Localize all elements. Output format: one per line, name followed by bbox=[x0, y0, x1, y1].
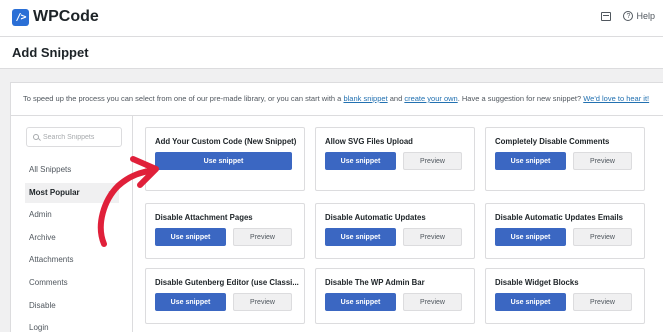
search-box[interactable] bbox=[26, 127, 122, 147]
use-snippet-button[interactable]: Use snippet bbox=[325, 293, 396, 311]
use-snippet-button[interactable]: Use snippet bbox=[495, 293, 566, 311]
preview-button[interactable]: Preview bbox=[233, 293, 292, 311]
code-icon: /> bbox=[12, 8, 29, 26]
use-snippet-button[interactable]: Use snippet bbox=[155, 152, 292, 170]
intro-text-part: To speed up the process you can select f… bbox=[23, 94, 344, 103]
use-snippet-button[interactable]: Use snippet bbox=[495, 152, 566, 170]
category-item[interactable]: All Snippets bbox=[25, 160, 119, 180]
category-sidebar: All Snippets Most Popular Admin Archive Atta… bbox=[11, 116, 133, 332]
preview-button[interactable]: Preview bbox=[233, 228, 292, 246]
snippet-title: Disable Gutenberg Editor (use Classi... bbox=[155, 278, 299, 287]
snippet-title: Allow SVG Files Upload bbox=[325, 137, 413, 146]
top-actions: ? Help bbox=[601, 11, 655, 21]
search-input[interactable] bbox=[43, 133, 113, 141]
blank-snippet-link[interactable]: blank snippet bbox=[343, 94, 387, 103]
use-snippet-button[interactable]: Use snippet bbox=[155, 293, 226, 311]
category-item[interactable]: Admin bbox=[25, 205, 119, 225]
snippet-card: Disable Attachment Pages Use snippet Previ… bbox=[145, 203, 305, 259]
use-snippet-button[interactable]: Use snippet bbox=[325, 228, 396, 246]
snippet-card: Completely Disable Comments Use snippet Pr… bbox=[485, 127, 645, 191]
preview-button[interactable]: Preview bbox=[573, 293, 632, 311]
logo-text: WPCode bbox=[33, 8, 99, 25]
use-snippet-button[interactable]: Use snippet bbox=[155, 228, 226, 246]
snippet-title: Disable Automatic Updates Emails bbox=[495, 213, 623, 222]
help-link[interactable]: Help bbox=[636, 11, 655, 21]
use-snippet-button[interactable]: Use snippet bbox=[495, 228, 566, 246]
snippet-title: Disable The WP Admin Bar bbox=[325, 278, 425, 287]
intro-text: To speed up the process you can select f… bbox=[23, 94, 649, 103]
preview-button[interactable]: Preview bbox=[573, 228, 632, 246]
title-bar: Add Snippet bbox=[0, 37, 663, 69]
snippet-card: Disable Automatic Updates Emails Use snip… bbox=[485, 203, 645, 259]
category-label: All Snippets bbox=[29, 165, 72, 174]
suggest-snippet-link[interactable]: We'd love to hear it! bbox=[583, 94, 649, 103]
category-label: Login bbox=[29, 323, 49, 332]
snippet-title: Completely Disable Comments bbox=[495, 137, 610, 146]
category-label: Most Popular bbox=[29, 187, 80, 197]
snippet-card: Disable Widget Blocks Use snippet Preview bbox=[485, 268, 645, 324]
category-item[interactable]: Most Popular bbox=[25, 182, 119, 203]
preview-button[interactable]: Preview bbox=[403, 293, 462, 311]
snippet-card: Allow SVG Files Upload Use snippet Preview bbox=[315, 127, 475, 191]
preview-button[interactable]: Preview bbox=[573, 152, 632, 170]
category-label: Disable bbox=[29, 300, 56, 310]
category-label: Attachments bbox=[29, 255, 74, 265]
intro-text-part: . Have a suggestion for new snippet? bbox=[457, 94, 584, 103]
category-item[interactable]: Comments bbox=[25, 273, 119, 293]
snippet-title: Disable Automatic Updates bbox=[325, 213, 426, 222]
snippet-card: Disable The WP Admin Bar Use snippet Previ… bbox=[315, 268, 475, 324]
snippet-card: Add Your Custom Code (New Snippet) Use sn… bbox=[145, 127, 305, 191]
category-label: Admin bbox=[29, 210, 52, 220]
category-label: Comments bbox=[29, 278, 68, 287]
create-your-own-link[interactable]: create your own bbox=[404, 94, 457, 103]
snippet-title: Add Your Custom Code (New Snippet) bbox=[155, 137, 297, 146]
snippet-card: Disable Gutenberg Editor (use Classi... U… bbox=[145, 268, 305, 324]
snippet-title: Disable Widget Blocks bbox=[495, 278, 579, 287]
category-item[interactable]: Archive bbox=[25, 228, 119, 248]
category-item[interactable]: Attachments bbox=[25, 250, 119, 270]
intro-text-part: and bbox=[387, 94, 405, 103]
use-snippet-button[interactable]: Use snippet bbox=[325, 152, 396, 170]
category-item[interactable]: Login bbox=[25, 318, 119, 332]
page-title: Add Snippet bbox=[12, 45, 89, 60]
inbox-icon[interactable] bbox=[601, 11, 612, 21]
preview-button[interactable]: Preview bbox=[403, 152, 462, 170]
preview-button[interactable]: Preview bbox=[403, 228, 462, 246]
search-icon bbox=[33, 134, 39, 140]
help-icon[interactable]: ? bbox=[623, 11, 634, 21]
wpcode-logo[interactable]: /> WPCode bbox=[12, 8, 99, 26]
check-icon bbox=[108, 186, 117, 195]
category-label: Archive bbox=[29, 232, 56, 242]
snippet-title: Disable Attachment Pages bbox=[155, 213, 253, 222]
top-bar: /> WPCode ? Help bbox=[0, 0, 663, 37]
snippet-card: Disable Automatic Updates Use snippet Prev… bbox=[315, 203, 475, 259]
category-item[interactable]: Disable bbox=[25, 296, 119, 316]
snippet-library-panel: To speed up the process you can select f… bbox=[10, 82, 663, 332]
